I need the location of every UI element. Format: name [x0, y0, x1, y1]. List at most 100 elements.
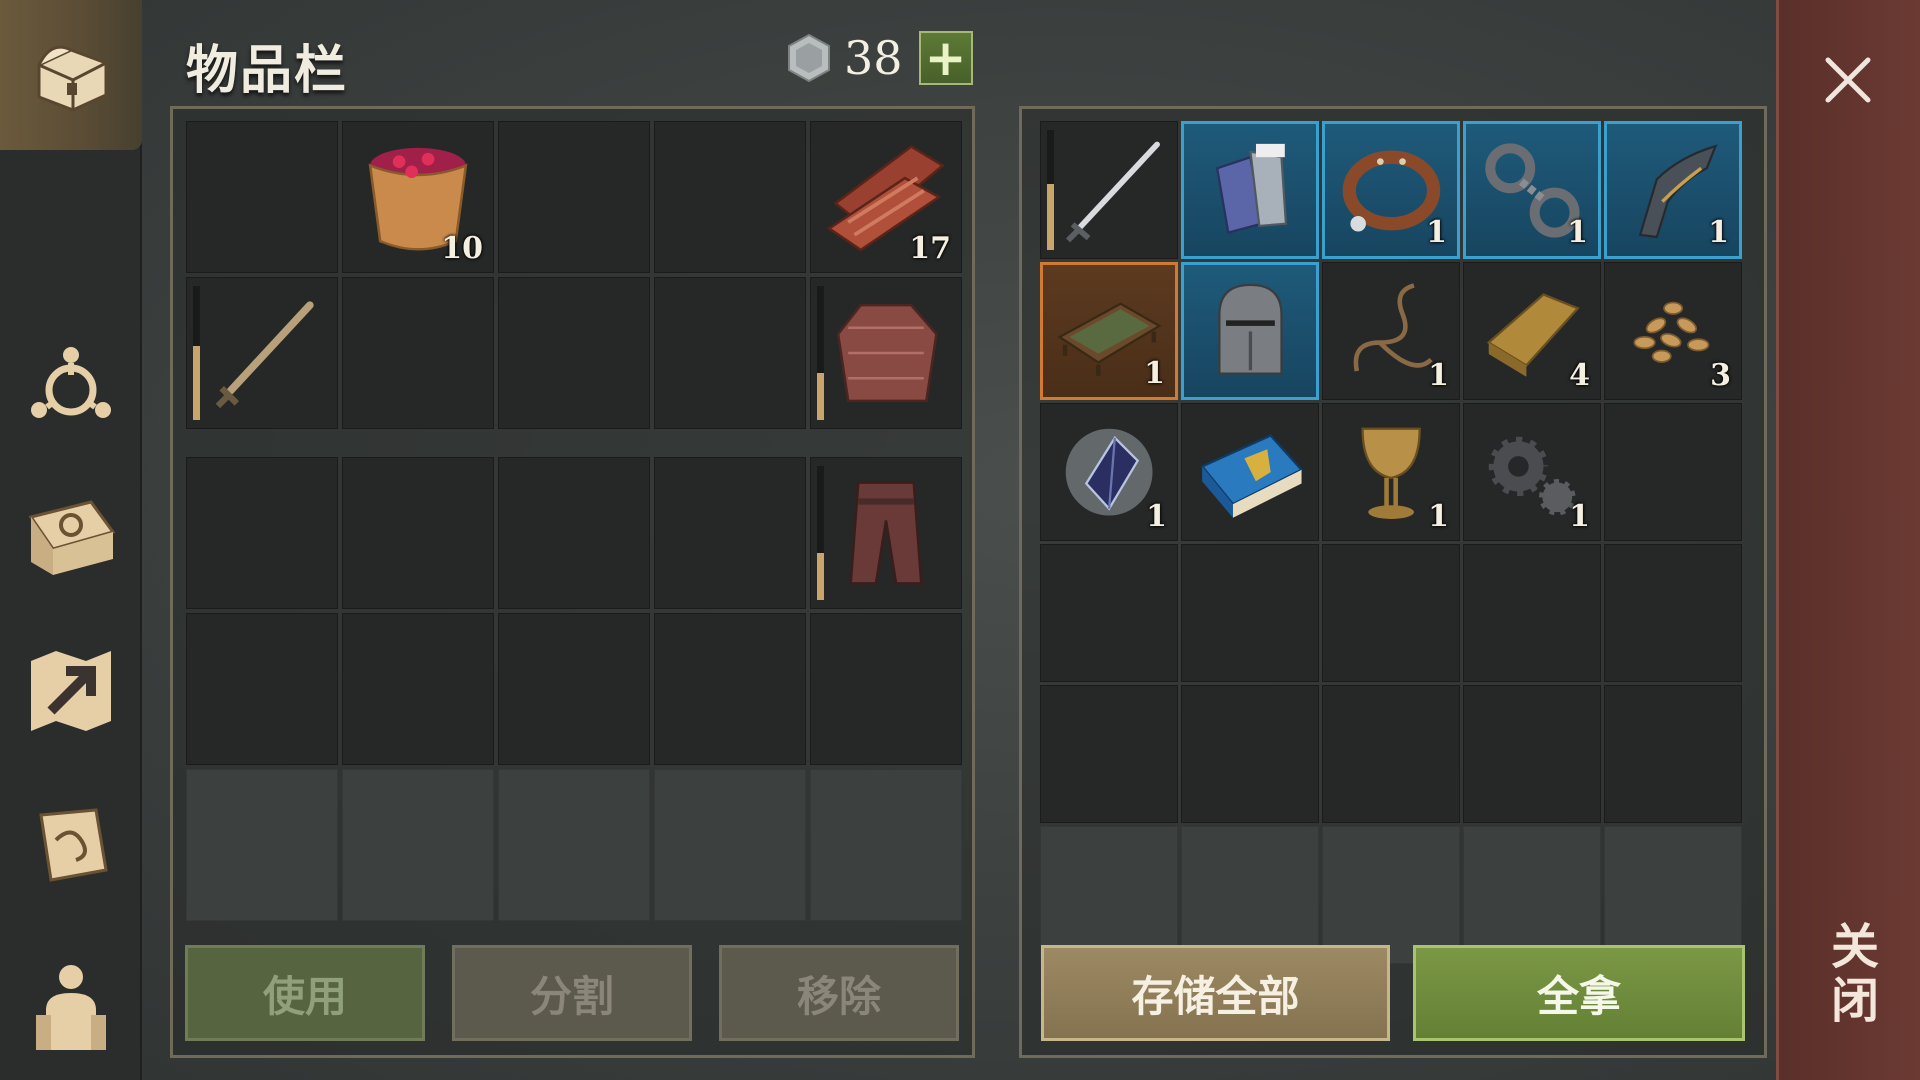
storage-slot[interactable]: 4 [1463, 262, 1601, 400]
item-quantity: 17 [909, 231, 951, 266]
locked-slot [498, 769, 650, 921]
storage-slot[interactable] [1463, 685, 1601, 823]
storage-slot[interactable] [1040, 121, 1178, 259]
inventory-slot[interactable] [498, 613, 650, 765]
tab-clan[interactable] [0, 310, 142, 460]
inventory-grid-top: 10 17 [186, 121, 962, 429]
storage-slot[interactable] [1181, 403, 1319, 541]
item-quantity: 10 [441, 231, 483, 266]
item-quantity: 1 [1428, 499, 1449, 534]
item-quantity: 4 [1569, 358, 1590, 393]
storage-slot[interactable]: 1 [1463, 121, 1601, 259]
silver-coin-icon [788, 33, 830, 83]
storage-slot[interactable] [1604, 544, 1742, 682]
currency-amount: 38 [844, 31, 903, 85]
tab-recipes[interactable] [0, 462, 142, 612]
inventory-grid-bottom [186, 457, 962, 921]
great-helm-icon [1217, 283, 1283, 375]
locked-slot [1604, 826, 1742, 964]
inventory-slot[interactable] [186, 121, 338, 273]
storage-slot[interactable] [1463, 544, 1601, 682]
storage-slot[interactable] [1322, 685, 1460, 823]
inventory-slot[interactable] [654, 121, 806, 273]
inventory-slot[interactable] [342, 613, 494, 765]
longsword-icon [1065, 141, 1160, 243]
take-all-button[interactable]: 全拿 [1413, 945, 1745, 1041]
storage-slot[interactable]: 1 [1322, 262, 1460, 400]
item-quantity: 1 [1426, 215, 1447, 250]
locked-slot [1322, 826, 1460, 964]
add-currency-button[interactable]: + [918, 29, 973, 87]
inventory-slot[interactable] [810, 277, 962, 429]
item-quantity: 1 [1146, 499, 1167, 534]
recipe-book-icon [28, 500, 116, 575]
sword-icon [215, 301, 314, 409]
storage-slot[interactable]: 1 [1463, 403, 1601, 541]
storage-slot[interactable]: 1 [1604, 121, 1742, 259]
storage-slot[interactable]: 3 [1604, 262, 1742, 400]
locked-slot [186, 769, 338, 921]
inventory-slot[interactable]: 17 [810, 121, 962, 273]
sidebar [0, 0, 142, 1080]
quest-scroll-icon [39, 808, 108, 882]
page-title: 物品栏 [186, 41, 349, 101]
storage-slot[interactable] [1322, 544, 1460, 682]
storage-slot[interactable]: 1 [1040, 403, 1178, 541]
inventory-slot[interactable] [810, 613, 962, 765]
chest-icon [37, 45, 108, 112]
storage-slot[interactable] [1040, 544, 1178, 682]
locked-slot [654, 769, 806, 921]
close-label[interactable]: 关闭 [1800, 905, 1900, 1045]
storage-slot[interactable] [1181, 121, 1319, 259]
tab-inventory[interactable] [0, 0, 142, 150]
clan-icon [31, 347, 111, 418]
storage-slot[interactable] [1604, 403, 1742, 541]
inventory-slot[interactable] [186, 457, 338, 609]
map-icon [31, 651, 111, 731]
close-button[interactable] [1808, 40, 1888, 120]
inventory-slot[interactable] [654, 277, 806, 429]
inventory-slot[interactable]: 10 [342, 121, 494, 273]
plus-icon: + [924, 29, 967, 87]
storage-slot[interactable]: 1 [1040, 262, 1178, 400]
storage-slot[interactable] [1040, 685, 1178, 823]
inventory-slot[interactable] [810, 457, 962, 609]
item-quantity: 1 [1144, 356, 1165, 391]
tab-character[interactable] [0, 930, 142, 1080]
inventory-slot[interactable] [342, 457, 494, 609]
storage-slot[interactable] [1604, 685, 1742, 823]
storage-slot[interactable] [1181, 262, 1319, 400]
inventory-slot[interactable] [498, 457, 650, 609]
item-quantity: 3 [1710, 358, 1731, 393]
inventory-slot[interactable] [342, 277, 494, 429]
inventory-slot[interactable] [654, 457, 806, 609]
locked-slot [1040, 826, 1178, 964]
use-button[interactable]: 使用 [185, 945, 425, 1041]
storage-slot[interactable] [1181, 685, 1319, 823]
storage-slot[interactable]: 1 [1322, 121, 1460, 259]
inventory-slot[interactable] [654, 613, 806, 765]
item-quantity: 1 [1569, 499, 1590, 534]
item-quantity: 1 [1428, 358, 1449, 393]
inventory-slot[interactable] [498, 277, 650, 429]
storage-slot[interactable] [1181, 544, 1319, 682]
tab-quests[interactable] [0, 770, 142, 920]
locked-slot [1463, 826, 1601, 964]
character-icon [36, 965, 106, 1050]
chainmail-shirt-icon [836, 303, 938, 403]
storage-slot[interactable]: 1 [1322, 403, 1460, 541]
remove-button[interactable]: 移除 [719, 945, 959, 1041]
item-quantity: 1 [1567, 215, 1588, 250]
inventory-slot[interactable] [498, 121, 650, 273]
inventory-slot[interactable] [186, 277, 338, 429]
currency-display: 38 + [784, 30, 973, 86]
heraldry-book-icon [1200, 434, 1304, 518]
split-button[interactable]: 分割 [452, 945, 692, 1041]
close-icon [1825, 57, 1871, 103]
inventory-slot[interactable] [186, 613, 338, 765]
tab-map[interactable] [0, 616, 142, 766]
chainmail-pants-icon [849, 481, 923, 585]
locked-slot [1181, 826, 1319, 964]
gauntlets-icon [1215, 143, 1287, 234]
store-all-button[interactable]: 存储全部 [1041, 945, 1390, 1041]
